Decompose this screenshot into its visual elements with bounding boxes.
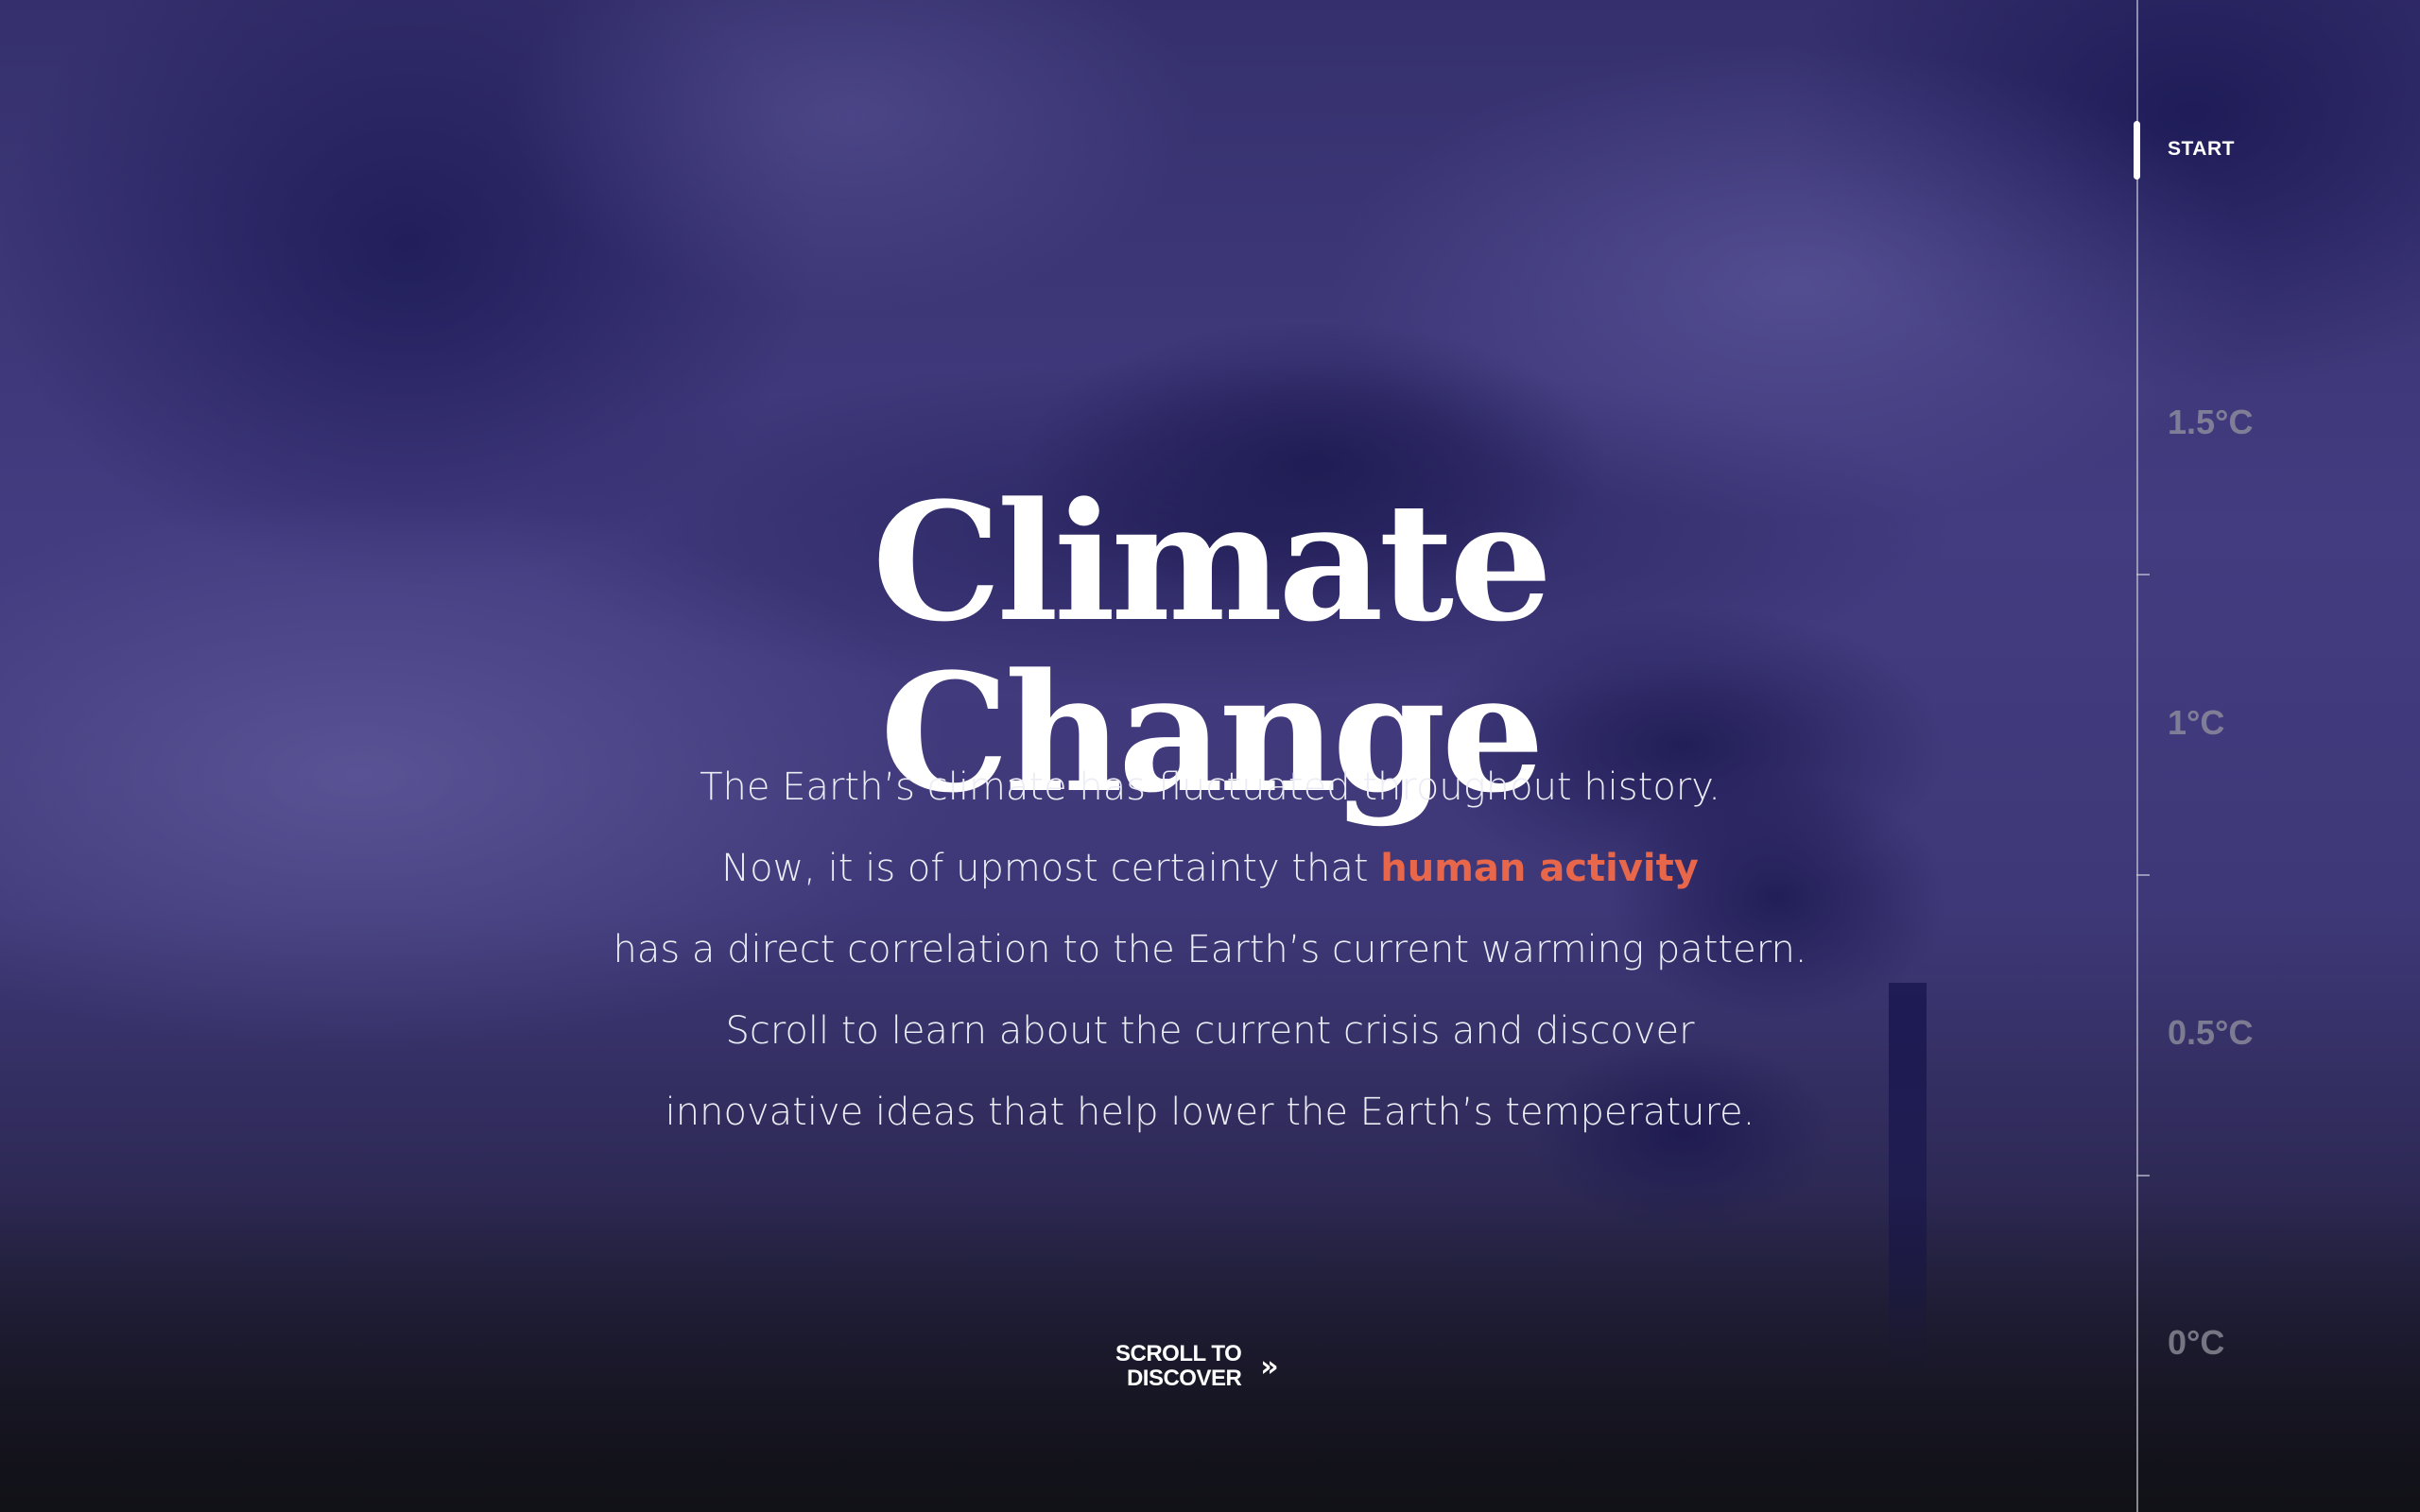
intro-line: innovative ideas that help lower the Ear… [665,1091,1755,1134]
scroll-cue-line: DISCOVER [1126,1366,1242,1391]
rail-tick [2136,574,2150,576]
scroll-to-discover-button[interactable]: SCROLL TO DISCOVER » [1115,1342,1279,1391]
scroll-cue-line: SCROLL TO [1115,1341,1242,1366]
intro-line: Now, it is of upmost certainty that huma… [529,828,1891,909]
rail-item-start[interactable]: START [2168,138,2235,161]
rail-item-0c[interactable]: 0°C [2168,1323,2224,1363]
intro-paragraph: The Earth’s climate has fluctuated throu… [529,747,1891,1153]
intro-line: The Earth’s climate has fluctuated throu… [700,765,1720,809]
rail-item-1-5c[interactable]: 1.5°C [2168,403,2253,442]
scroll-cue-label: SCROLL TO DISCOVER [1115,1341,1242,1391]
double-chevron-right-icon: » [1260,1349,1279,1383]
highlight-text: human activity [1380,847,1699,890]
rail-item-0-5c[interactable]: 0.5°C [2168,1013,2253,1053]
intro-line-text: Now, it is of upmost certainty that [721,847,1381,890]
temperature-rail [2136,0,2138,1512]
rail-position-indicator [2134,121,2140,180]
intro-line: Scroll to learn about the current crisis… [725,1009,1695,1053]
rail-tick [2136,874,2150,876]
rail-tick [2136,1175,2150,1177]
hero-section: Climate Change The Earth’s climate has f… [0,0,2420,1512]
rail-item-1c[interactable]: 1°C [2168,703,2224,743]
intro-line: has a direct correlation to the Earth’s … [613,928,1807,971]
